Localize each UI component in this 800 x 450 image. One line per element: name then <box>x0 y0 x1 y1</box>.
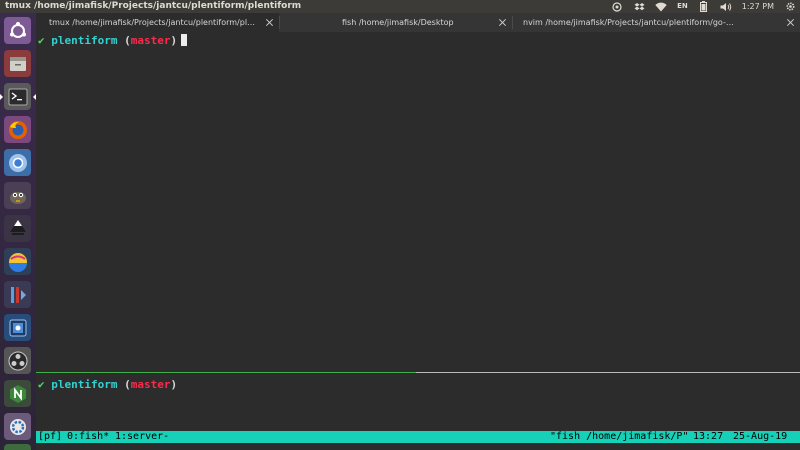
pane-divider[interactable] <box>416 372 800 373</box>
obs-icon[interactable] <box>4 347 31 374</box>
prompt-paren-close: ) <box>170 34 178 47</box>
tab-label: fish /home/jimafisk/Desktop <box>342 18 454 27</box>
tab-label: tmux /home/jimafisk/Projects/jantcu/plen… <box>49 18 256 27</box>
tab-nvim[interactable]: nvim /home/jimafisk/Projects/jantcu/plen… <box>513 13 800 32</box>
system-tray: EN 1:27 PM <box>611 0 796 13</box>
nodejs-icon[interactable] <box>4 380 31 407</box>
prompt-directory: plentiform <box>51 34 118 47</box>
kdenlive-icon[interactable] <box>4 281 31 308</box>
firefox-icon[interactable] <box>4 116 31 143</box>
top-pane-prompt: ✔ plentiform (master) <box>38 34 188 48</box>
terminal-view[interactable]: ✔ plentiform (master) ✔ plentiform (mast… <box>36 32 800 450</box>
prompt-git-branch: master <box>130 378 171 391</box>
app-icon[interactable] <box>4 444 31 450</box>
volume-icon[interactable] <box>720 0 732 13</box>
dropbox-icon[interactable] <box>633 0 645 13</box>
settings-icon[interactable] <box>4 413 31 440</box>
terminal-tab-bar: tmux /home/jimafisk/Projects/jantcu/plen… <box>36 13 800 32</box>
inkscape-icon[interactable] <box>4 215 31 242</box>
tab-fish[interactable]: fish /home/jimafisk/Desktop <box>280 13 512 32</box>
tmux-pane-title: "fish /home/jimafisk/P" <box>550 431 689 442</box>
prompt-paren-open: ( <box>124 34 131 47</box>
tmux-window-1[interactable]: 1:server- <box>115 431 169 443</box>
check-icon: ✔ <box>38 34 45 47</box>
tmux-date: 25-Aug-19 <box>733 431 788 442</box>
virtualbox-icon[interactable] <box>4 314 31 341</box>
pane-divider-active[interactable] <box>36 372 416 373</box>
krita-icon[interactable] <box>4 248 31 275</box>
window-title: tmux /home/jimafisk/Projects/jantcu/plen… <box>5 1 302 11</box>
tab-label: nvim /home/jimafisk/Projects/jantcu/plen… <box>523 18 734 27</box>
battery-icon[interactable] <box>698 0 710 13</box>
gimp-icon[interactable] <box>4 182 31 209</box>
check-icon: ✔ <box>38 378 45 391</box>
tmux-status-bar: [pf] 0:fish* 1:server- "fish /home/jimaf… <box>36 431 800 443</box>
chat-icon[interactable] <box>611 0 623 13</box>
bottom-pane-prompt: ✔ plentiform (master) <box>38 378 177 392</box>
clock[interactable]: 1:27 PM <box>742 0 774 13</box>
prompt-git-branch: master <box>130 34 171 47</box>
gear-icon[interactable] <box>784 0 796 13</box>
close-icon[interactable] <box>266 19 273 26</box>
prompt-paren-open: ( <box>124 378 131 391</box>
text-cursor <box>181 34 188 46</box>
prompt-directory: plentiform <box>51 378 118 391</box>
tmux-time: 13:27 <box>693 431 724 442</box>
launcher <box>0 13 36 450</box>
close-icon[interactable] <box>787 19 794 26</box>
tmux-window-0[interactable]: 0:fish* <box>67 431 109 443</box>
close-icon[interactable] <box>499 19 506 26</box>
prompt-paren-close: ) <box>170 378 178 391</box>
tab-tmux[interactable]: tmux /home/jimafisk/Projects/jantcu/plen… <box>36 13 279 32</box>
files-icon[interactable] <box>4 50 31 77</box>
tmux-session-name: [pf] <box>38 431 63 442</box>
top-panel: tmux /home/jimafisk/Projects/jantcu/plen… <box>0 0 800 13</box>
ubuntu-dash-icon[interactable] <box>4 17 31 44</box>
keyboard-layout-indicator[interactable]: EN <box>677 0 688 13</box>
terminal-icon[interactable] <box>0 83 36 110</box>
chromium-icon[interactable] <box>4 149 31 176</box>
wifi-icon[interactable] <box>655 0 667 13</box>
